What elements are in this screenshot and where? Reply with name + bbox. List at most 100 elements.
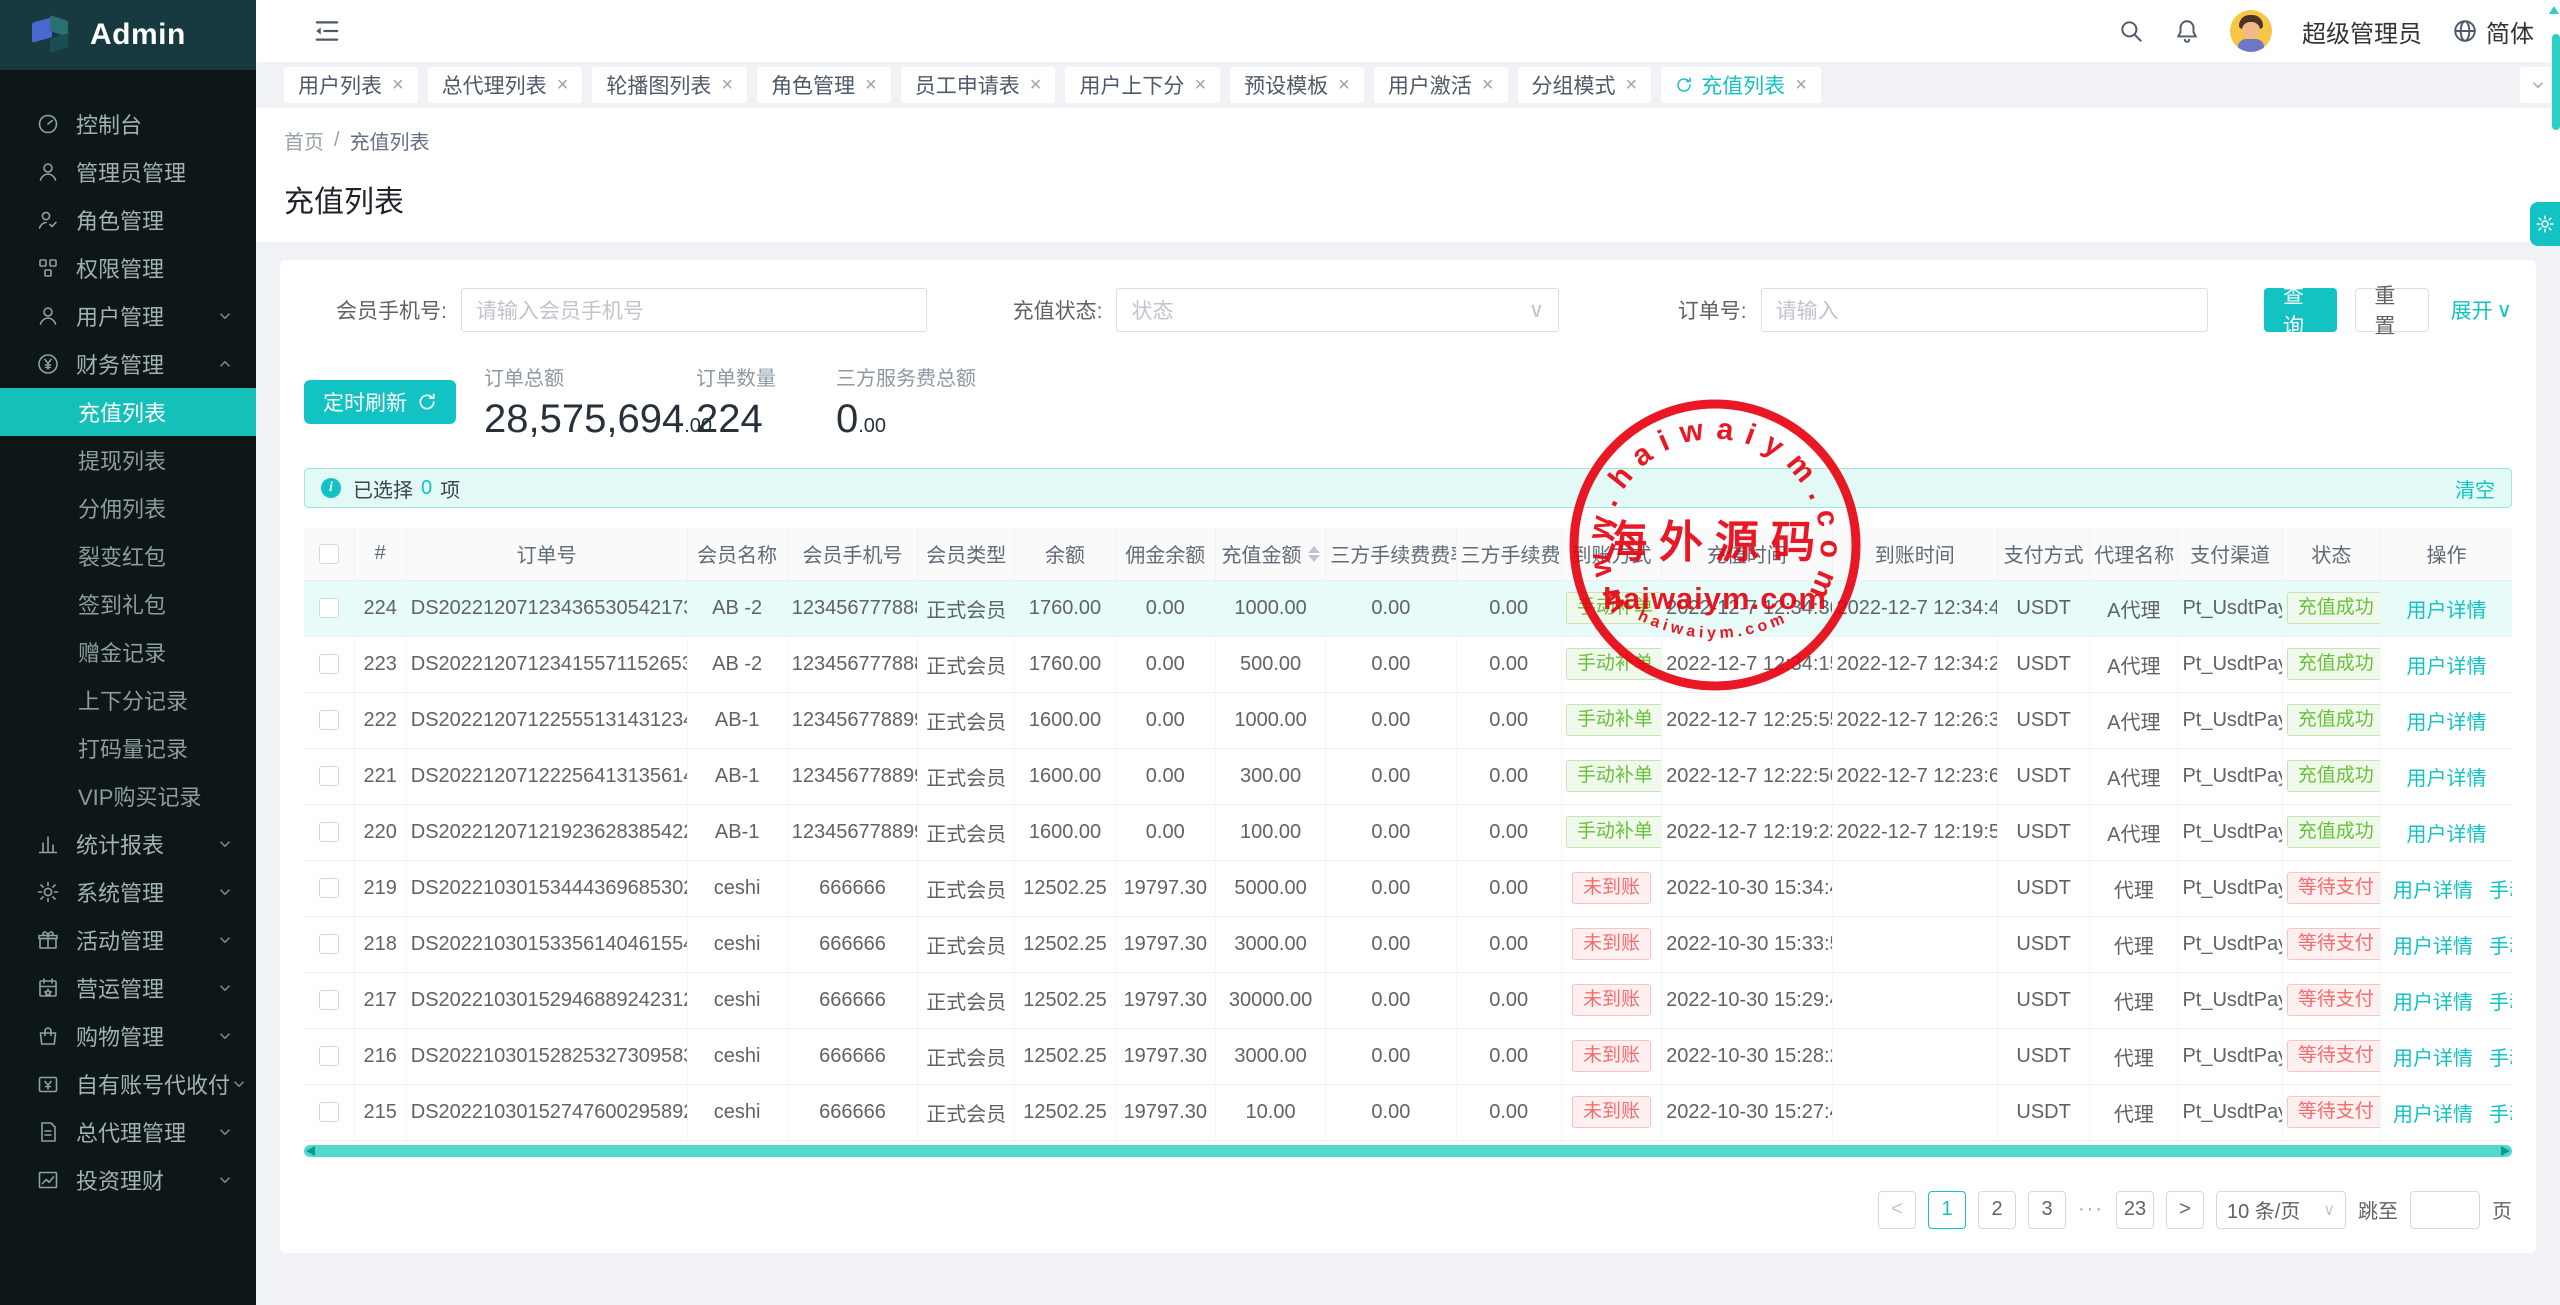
sidebar-item-roles[interactable]: 角色管理 — [0, 196, 256, 244]
page-button-2[interactable]: 2 — [1978, 1191, 2016, 1229]
breadcrumb-home[interactable]: 首页 — [284, 126, 324, 155]
row-checkbox[interactable] — [319, 822, 339, 842]
tab-5[interactable]: 员工申请表× — [901, 67, 1056, 103]
page-button-1[interactable]: 1 — [1928, 1191, 1966, 1229]
page-button-23[interactable]: 23 — [2116, 1191, 2154, 1229]
close-icon[interactable]: × — [557, 75, 569, 95]
sidebar-item-general-agent[interactable]: 总代理管理 — [0, 1108, 256, 1156]
timed-refresh-button[interactable]: 定时刷新 — [304, 380, 456, 424]
tab-7[interactable]: 预设模板× — [1230, 67, 1364, 103]
op-link[interactable]: 用户详情 — [2407, 768, 2487, 790]
reset-button[interactable]: 重置 — [2355, 288, 2428, 332]
page-size-select[interactable]: 10 条/页∨ — [2216, 1191, 2346, 1229]
row-checkbox[interactable] — [319, 654, 339, 674]
tab-6[interactable]: 用户上下分× — [1065, 67, 1220, 103]
scrollbar-up-icon[interactable] — [2549, 6, 2559, 14]
close-icon[interactable]: × — [721, 75, 733, 95]
close-icon[interactable]: × — [1030, 75, 1042, 95]
language-switcher[interactable]: 简体 — [2452, 14, 2534, 49]
close-icon[interactable]: × — [392, 75, 404, 95]
tab-options-button[interactable] — [2520, 67, 2556, 103]
op-link[interactable]: 手动补单 — [2489, 1104, 2512, 1126]
sidebar-item-operation[interactable]: 营运管理 — [0, 964, 256, 1012]
op-link[interactable]: 用户详情 — [2393, 936, 2473, 958]
sidebar-item-users[interactable]: 用户管理 — [0, 292, 256, 340]
horizontal-scrollbar[interactable] — [304, 1145, 2512, 1157]
close-icon[interactable]: × — [1626, 75, 1638, 95]
expand-button[interactable]: 展开∨ — [2451, 295, 2512, 325]
row-checkbox[interactable] — [319, 1102, 339, 1122]
row-checkbox[interactable] — [319, 766, 339, 786]
sidebar-item-perms[interactable]: 权限管理 — [0, 244, 256, 292]
close-icon[interactable]: × — [1338, 75, 1350, 95]
order-filter-input[interactable]: 请输入 — [1761, 288, 2208, 332]
row-checkbox[interactable] — [319, 710, 339, 730]
row-checkbox[interactable] — [319, 598, 339, 618]
sidebar-subitem-commission-list[interactable]: 分佣列表 — [0, 484, 256, 532]
menu-fold-icon[interactable] — [312, 16, 342, 46]
row-checkbox[interactable] — [319, 878, 339, 898]
op-link[interactable]: 用户详情 — [2393, 880, 2473, 902]
status-filter-select[interactable]: 状态 ∨ — [1116, 288, 1559, 332]
op-link[interactable]: 手动补单 — [2489, 880, 2512, 902]
op-link[interactable]: 手动补单 — [2489, 992, 2512, 1014]
sidebar-item-admins[interactable]: 管理员管理 — [0, 148, 256, 196]
search-button[interactable]: 查询 — [2264, 288, 2337, 332]
sidebar-item-invest[interactable]: 投资理财 — [0, 1156, 256, 1204]
op-link[interactable]: 用户详情 — [2393, 992, 2473, 1014]
tab-1[interactable]: 用户列表× — [284, 67, 418, 103]
logo[interactable]: Admin — [0, 0, 256, 70]
close-icon[interactable]: × — [1482, 75, 1494, 95]
sidebar-subitem-signin-gift[interactable]: 签到礼包 — [0, 580, 256, 628]
tab-8[interactable]: 用户激活× — [1374, 67, 1508, 103]
close-icon[interactable]: × — [1795, 75, 1807, 95]
sidebar-subitem-fission-redpacket[interactable]: 裂变红包 — [0, 532, 256, 580]
sidebar-subitem-updown-records[interactable]: 上下分记录 — [0, 676, 256, 724]
op-link[interactable]: 手动补单 — [2489, 936, 2512, 958]
tab-2[interactable]: 总代理列表× — [428, 67, 583, 103]
close-icon[interactable]: × — [865, 75, 877, 95]
sidebar-item-own-account[interactable]: 自有账号代收付 — [0, 1060, 256, 1108]
sidebar-subitem-withdraw-list[interactable]: 提现列表 — [0, 436, 256, 484]
sidebar-item-system[interactable]: 系统管理 — [0, 868, 256, 916]
sidebar-item-reports[interactable]: 统计报表 — [0, 820, 256, 868]
settings-fab[interactable] — [2530, 202, 2560, 246]
avatar[interactable] — [2230, 10, 2272, 52]
sidebar-item-finance[interactable]: 财务管理 — [0, 340, 256, 388]
prev-page-button[interactable]: < — [1878, 1191, 1916, 1229]
sidebar-subitem-vip-purchase[interactable]: VIP购买记录 — [0, 772, 256, 820]
scroll-left-icon[interactable] — [306, 1146, 315, 1156]
scroll-right-icon[interactable] — [2501, 1146, 2510, 1156]
sidebar-item-shopping[interactable]: 购物管理 — [0, 1012, 256, 1060]
sidebar-subitem-bonus-records[interactable]: 赠金记录 — [0, 628, 256, 676]
bell-icon[interactable] — [2174, 18, 2200, 44]
select-all-checkbox[interactable] — [319, 544, 339, 564]
op-link[interactable]: 用户详情 — [2407, 600, 2487, 622]
sidebar-subitem-recharge-list[interactable]: 充值列表 — [0, 388, 256, 436]
vertical-scrollbar[interactable] — [2552, 34, 2560, 130]
op-link[interactable]: 用户详情 — [2393, 1048, 2473, 1070]
tab-9[interactable]: 分组模式× — [1518, 67, 1652, 103]
sort-carets-icon[interactable] — [1308, 546, 1320, 562]
jump-page-input[interactable] — [2410, 1191, 2480, 1229]
close-icon[interactable]: × — [1194, 75, 1206, 95]
page-ellipsis[interactable]: ··· — [2078, 1198, 2104, 1221]
op-link[interactable]: 用户详情 — [2407, 824, 2487, 846]
username[interactable]: 超级管理员 — [2302, 14, 2422, 49]
tab-4[interactable]: 角色管理× — [757, 67, 891, 103]
sidebar-item-console[interactable]: 控制台 — [0, 100, 256, 148]
tab-3[interactable]: 轮播图列表× — [592, 67, 747, 103]
row-checkbox[interactable] — [319, 934, 339, 954]
op-link[interactable]: 用户详情 — [2393, 1104, 2473, 1126]
op-link[interactable]: 手动补单 — [2489, 1048, 2512, 1070]
row-checkbox[interactable] — [319, 990, 339, 1010]
op-link[interactable]: 用户详情 — [2407, 656, 2487, 678]
next-page-button[interactable]: > — [2166, 1191, 2204, 1229]
page-button-3[interactable]: 3 — [2028, 1191, 2066, 1229]
clear-selection-button[interactable]: 清空 — [2455, 474, 2495, 503]
phone-filter-input[interactable]: 请输入会员手机号 — [461, 288, 927, 332]
tab-10-active[interactable]: 充值列表× — [1661, 67, 1821, 103]
sidebar-item-activity[interactable]: 活动管理 — [0, 916, 256, 964]
row-checkbox[interactable] — [319, 1046, 339, 1066]
search-icon[interactable] — [2118, 18, 2144, 44]
